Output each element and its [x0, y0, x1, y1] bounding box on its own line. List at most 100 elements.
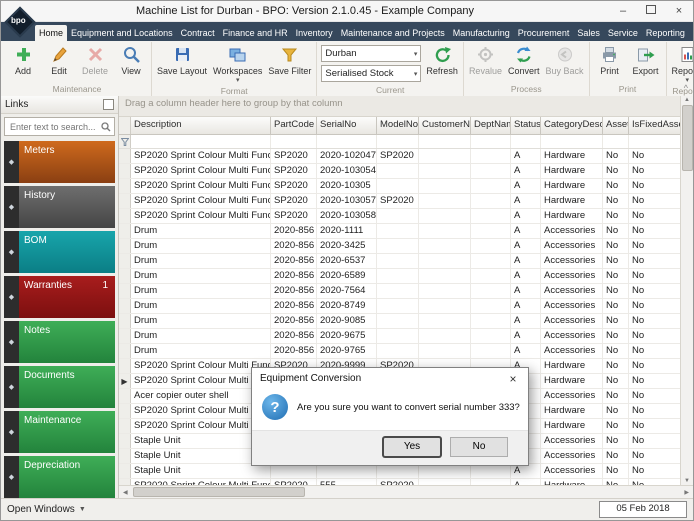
tab-inventory[interactable]: Inventory — [292, 25, 337, 41]
filter-cell-status[interactable] — [511, 135, 541, 148]
tab-service[interactable]: Service — [604, 25, 642, 41]
sidebar-item-maintenance[interactable]: ◆Maintenance — [4, 411, 115, 453]
filter-cell-modelno[interactable] — [377, 135, 419, 148]
table-row[interactable]: Drum2020-8562020-9675AAccessoriesNoNo — [119, 329, 680, 344]
table-row[interactable]: Staple UnitAAccessoriesNoNo — [119, 464, 680, 479]
stock-type-select[interactable]: Serialised Stock ▾ — [321, 65, 421, 82]
column-header-serialno[interactable]: SerialNo — [317, 117, 377, 134]
table-row[interactable]: Drum2020-8562020-3425AAccessoriesNoNo — [119, 239, 680, 254]
table-row[interactable]: SP2020 Sprint Colour Multi Functional Co… — [119, 164, 680, 179]
cell-categorydesc: Accessories — [541, 389, 603, 403]
add-button[interactable]: Add — [5, 42, 41, 78]
sidebar-item-warranties[interactable]: ◆Warranties1 — [4, 276, 115, 318]
maximize-button[interactable] — [637, 2, 665, 21]
filter-cell-description[interactable] — [131, 135, 271, 148]
sidebar-item-label: Maintenance — [24, 415, 81, 426]
group-by-panel[interactable]: Drag a column header here to group by th… — [119, 96, 680, 117]
column-header-status[interactable]: Status — [511, 117, 541, 134]
open-windows-button[interactable]: Open Windows ▼ — [7, 504, 86, 515]
cell-customername — [419, 314, 471, 328]
buy-back-button[interactable]: Buy Back — [542, 42, 586, 78]
sidebar-item-depreciation[interactable]: ◆Depreciation — [4, 456, 115, 498]
horizontal-scroll-thumb[interactable] — [133, 487, 305, 497]
links-header[interactable]: Links — [1, 96, 118, 114]
tab-utilities[interactable]: Utilities — [689, 25, 693, 41]
cell-serialno: 2020-103057 — [317, 194, 377, 208]
table-row[interactable]: SP2020 Sprint Colour Multi Functional Co… — [119, 194, 680, 209]
close-button[interactable]: × — [665, 2, 693, 21]
sidebar-item-documents[interactable]: ◆Documents — [4, 366, 115, 408]
scroll-down-icon[interactable]: ▼ — [682, 477, 692, 485]
table-row[interactable]: Drum2020-8562020-8749AAccessoriesNoNo — [119, 299, 680, 314]
column-header-partcode[interactable]: PartCode — [271, 117, 317, 134]
vertical-scroll-thumb[interactable] — [682, 105, 693, 171]
table-row[interactable]: Drum2020-8562020-6589AAccessoriesNoNo — [119, 269, 680, 284]
print-button[interactable]: Print — [592, 42, 628, 78]
horizontal-scrollbar[interactable]: ◀ ▶ — [119, 485, 693, 498]
view-button[interactable]: View — [113, 42, 149, 78]
tab-manufacturing[interactable]: Manufacturing — [449, 25, 514, 41]
sidebar-item-history[interactable]: ◆History — [4, 186, 115, 228]
search-input[interactable] — [8, 121, 101, 133]
refresh-button[interactable]: Refresh — [423, 42, 461, 78]
branch-select[interactable]: Durban ▾ — [321, 45, 421, 62]
table-row[interactable]: Drum2020-8562020-6537AAccessoriesNoNo — [119, 254, 680, 269]
export-button[interactable]: Export — [628, 42, 664, 78]
edit-button[interactable]: Edit — [41, 42, 77, 78]
scroll-right-icon[interactable]: ▶ — [682, 488, 691, 497]
column-header-description[interactable]: Description — [131, 117, 271, 134]
delete-button[interactable]: Delete — [77, 42, 113, 78]
tab-maintenance-and-projects[interactable]: Maintenance and Projects — [337, 25, 449, 41]
workspaces-button[interactable]: Workspaces ▾ — [210, 42, 265, 86]
save-filter-funnel-icon — [280, 44, 299, 65]
scroll-up-icon[interactable]: ▲ — [682, 96, 692, 104]
tab-finance-and-hr[interactable]: Finance and HR — [219, 25, 292, 41]
filter-cell-categorydesc[interactable] — [541, 135, 603, 148]
column-header-deptname[interactable]: DeptName — [471, 117, 511, 134]
tab-contract[interactable]: Contract — [177, 25, 219, 41]
column-header-categorydesc[interactable]: CategoryDesc — [541, 117, 603, 134]
column-header-isfixedasset[interactable]: IsFixedAsset — [629, 117, 680, 134]
table-row[interactable]: SP2020 Sprint Colour Multi Functional Co… — [119, 179, 680, 194]
tab-equipment-and-locations[interactable]: Equipment and Locations — [67, 25, 177, 41]
scroll-left-icon[interactable]: ◀ — [121, 488, 130, 497]
workspaces-icon — [228, 44, 247, 65]
filter-cell-customername[interactable] — [419, 135, 471, 148]
ribbon-collapse-icon[interactable]: ^ — [684, 83, 688, 93]
tab-sales[interactable]: Sales — [573, 25, 604, 41]
table-row[interactable]: SP2020 Sprint Colour Multi Functional Co… — [119, 209, 680, 224]
column-header-customername[interactable]: CustomerName — [419, 117, 471, 134]
table-row[interactable]: SP2020 Sprint Colour Multi Functional Co… — [119, 149, 680, 164]
tab-procurement[interactable]: Procurement — [514, 25, 574, 41]
save-filter-button[interactable]: Save Filter — [265, 42, 314, 78]
filter-cell-serialno[interactable] — [317, 135, 377, 148]
vertical-scrollbar[interactable]: ▲ ▼ — [680, 96, 693, 485]
links-pin-icon[interactable] — [103, 99, 114, 110]
reports-button[interactable]: Reports ▾ — [669, 42, 694, 86]
filter-cell-partcode[interactable] — [271, 135, 317, 148]
save-layout-button[interactable]: Save Layout — [154, 42, 210, 78]
table-row[interactable]: Drum2020-8562020-9085AAccessoriesNoNo — [119, 314, 680, 329]
table-row[interactable]: Drum2020-8562020-1111AAccessoriesNoNo — [119, 224, 680, 239]
cell-categorydesc: Hardware — [541, 359, 603, 373]
no-button[interactable]: No — [450, 437, 508, 457]
minimize-button[interactable]: – — [609, 2, 637, 21]
tab-home[interactable]: Home — [35, 25, 67, 41]
column-header-modelno[interactable]: ModelNo — [377, 117, 419, 134]
revalue-button[interactable]: Revalue — [466, 42, 505, 78]
table-row[interactable]: Drum2020-8562020-7564AAccessoriesNoNo — [119, 284, 680, 299]
column-header-asset[interactable]: Asset — [603, 117, 629, 134]
table-row[interactable]: Drum2020-8562020-9765AAccessoriesNoNo — [119, 344, 680, 359]
filter-cell-asset[interactable] — [603, 135, 629, 148]
yes-button[interactable]: Yes — [383, 437, 441, 457]
grid-filter-row[interactable] — [119, 135, 680, 149]
tab-reporting[interactable]: Reporting — [642, 25, 689, 41]
filter-cell-isfixedasset[interactable] — [629, 135, 680, 148]
filter-cell-deptname[interactable] — [471, 135, 511, 148]
sidebar-item-meters[interactable]: ◆Meters — [4, 141, 115, 183]
date-field[interactable]: 05 Feb 2018 — [599, 501, 687, 518]
sidebar-item-bom[interactable]: ◆BOM — [4, 231, 115, 273]
dialog-close-button[interactable]: × — [498, 369, 528, 389]
convert-button[interactable]: Convert — [505, 42, 543, 78]
sidebar-item-notes[interactable]: ◆Notes — [4, 321, 115, 363]
